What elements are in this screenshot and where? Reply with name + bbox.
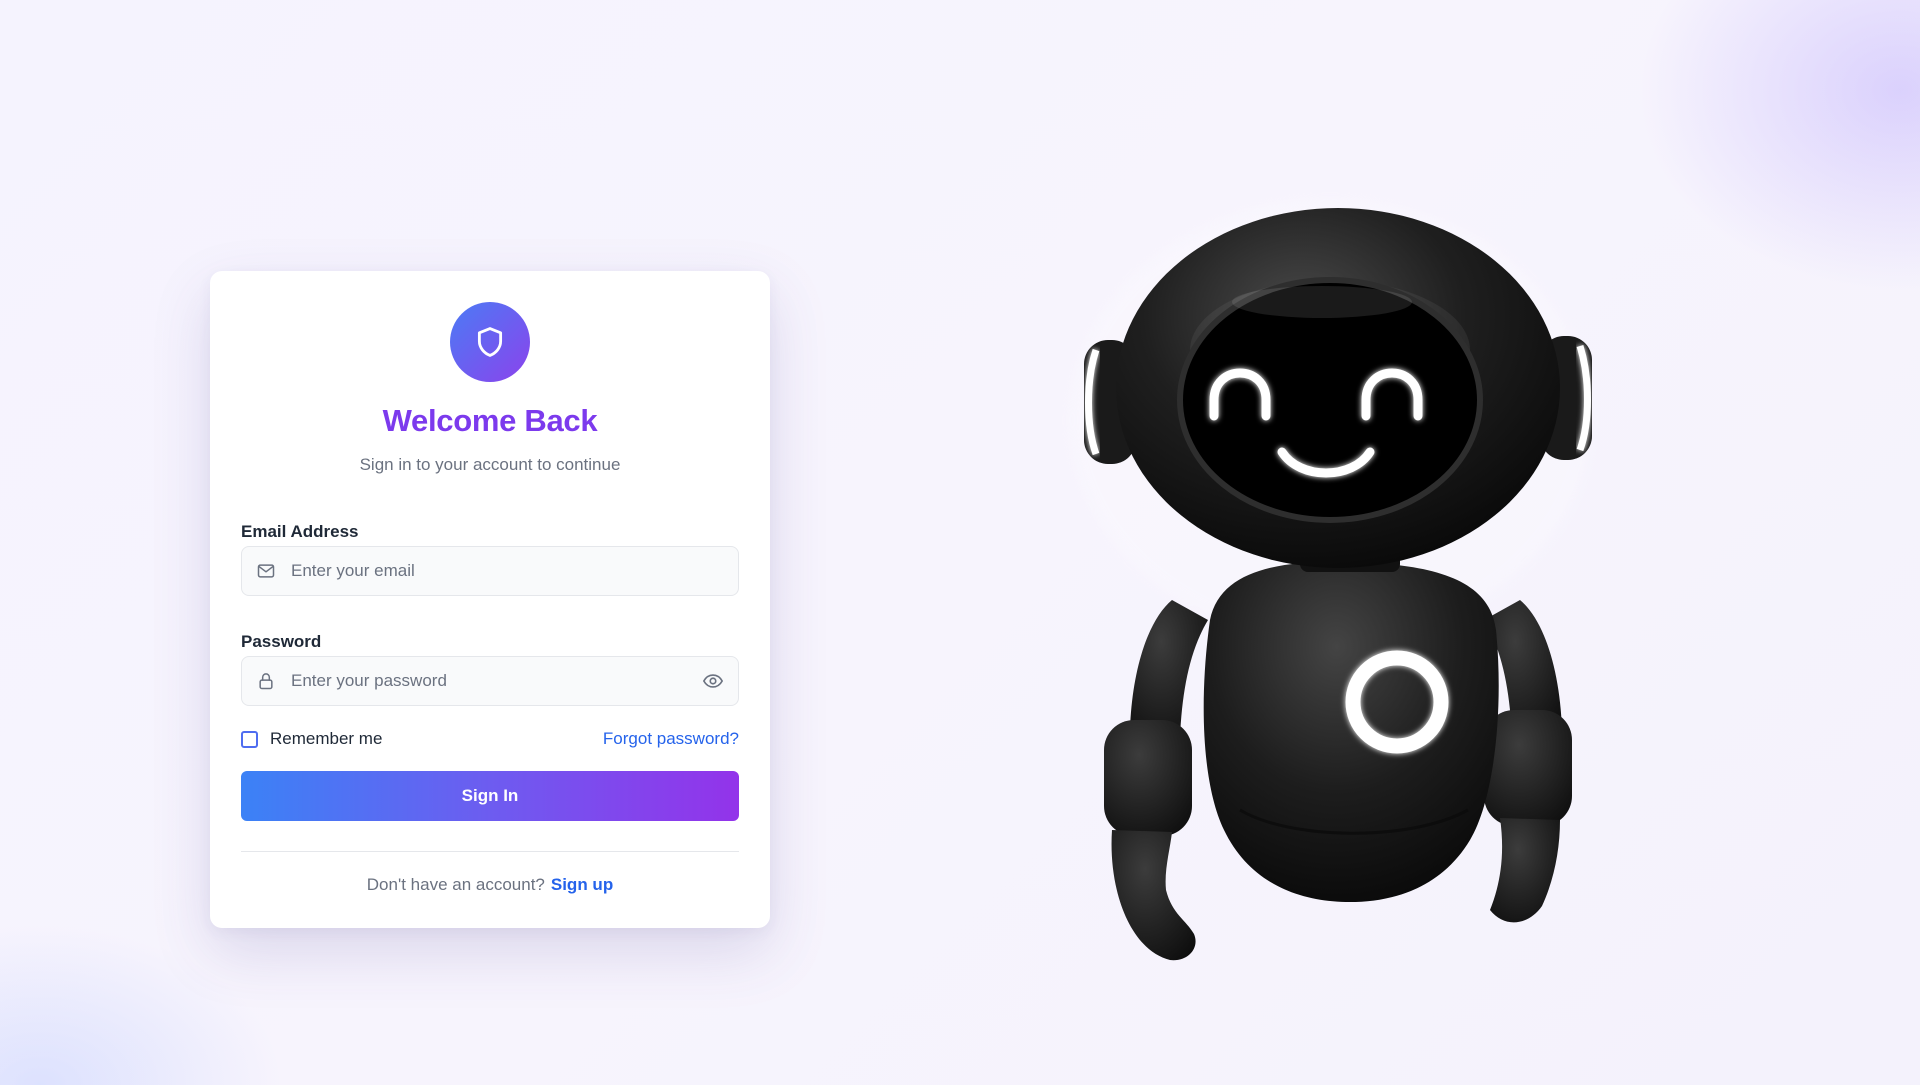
eye-icon[interactable]: [702, 670, 724, 692]
remember-me-toggle[interactable]: Remember me: [241, 729, 382, 749]
lock-icon: [256, 671, 276, 691]
mail-icon: [256, 561, 276, 581]
remember-me-checkbox[interactable]: [241, 730, 258, 748]
login-card: Welcome Back Sign in to your account to …: [210, 271, 770, 928]
shield-icon: [477, 327, 503, 357]
robot-left-arm: [1104, 600, 1208, 961]
page-title: Welcome Back: [382, 403, 598, 438]
password-field: [241, 656, 739, 706]
signup-row: Don't have an account? Sign up: [210, 875, 770, 895]
password-input[interactable]: [291, 657, 702, 705]
remember-me-label: Remember me: [270, 729, 383, 748]
sign-up-link[interactable]: Sign up: [551, 875, 613, 894]
password-label: Password: [241, 632, 322, 651]
email-label: Email Address: [241, 522, 359, 541]
robot-illustration: [1070, 200, 1592, 961]
robot-body: [1203, 561, 1499, 902]
sign-in-button[interactable]: Sign In: [241, 771, 739, 821]
email-field: [241, 546, 739, 596]
forgot-password-link[interactable]: Forgot password?: [603, 729, 739, 749]
logo-badge: [450, 302, 530, 382]
robot-head: [1116, 208, 1560, 568]
divider: [241, 851, 739, 852]
page-subtitle: Sign in to your account to continue: [359, 455, 621, 474]
signup-prompt: Don't have an account?: [366, 875, 545, 894]
email-input[interactable]: [291, 547, 738, 595]
